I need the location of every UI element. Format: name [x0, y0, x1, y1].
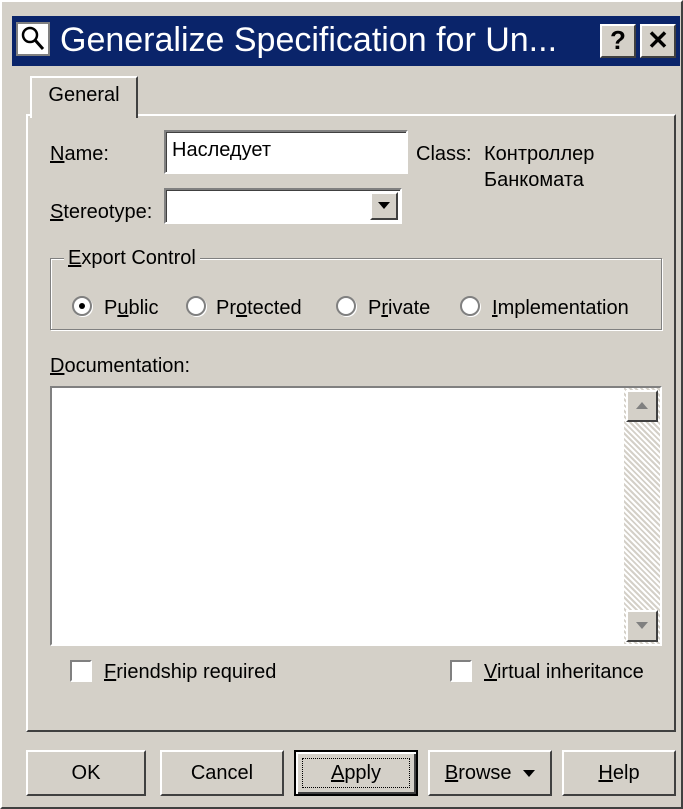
dialog-window: Generalize Specification for Un... ? ✕ G…: [0, 0, 683, 809]
friendship-label[interactable]: Friendship required: [104, 660, 276, 684]
tab-general[interactable]: General: [30, 76, 138, 118]
radio-protected[interactable]: [186, 296, 206, 316]
documentation-scrollbar[interactable]: [624, 388, 660, 644]
class-value-line2: Банкомата: [484, 169, 584, 191]
help-button[interactable]: Help: [562, 750, 676, 796]
arrow-down-icon: [636, 622, 648, 629]
dropdown-arrow-icon: [523, 770, 536, 778]
scroll-up-button[interactable]: [626, 390, 658, 422]
close-button[interactable]: ✕: [640, 24, 676, 58]
friendship-checkbox[interactable]: [70, 660, 92, 682]
stereotype-select[interactable]: [164, 188, 402, 224]
browse-button[interactable]: Browse: [428, 750, 552, 796]
radio-implementation-label[interactable]: Implementation: [492, 296, 629, 320]
radio-public[interactable]: [72, 296, 92, 316]
cancel-button[interactable]: Cancel: [160, 750, 284, 796]
radio-protected-label[interactable]: Protected: [216, 296, 302, 320]
help-title-button[interactable]: ?: [600, 24, 636, 58]
virtual-inheritance-checkbox[interactable]: [450, 660, 472, 682]
documentation-textarea[interactable]: [50, 386, 662, 646]
class-label: Class:: [416, 143, 472, 165]
ok-button[interactable]: OK: [26, 750, 146, 796]
stereotype-label: Stereotype:: [50, 201, 153, 223]
name-input[interactable]: Наследует: [164, 130, 408, 174]
stereotype-dropdown-button[interactable]: [370, 192, 398, 220]
radio-private-label[interactable]: Private: [368, 296, 430, 320]
arrow-up-icon: [636, 402, 648, 409]
class-value-line1: Контроллер: [484, 143, 595, 165]
window-title: Generalize Specification for Un...: [60, 21, 558, 59]
magnifier-icon: [16, 22, 50, 56]
radio-implementation[interactable]: [460, 296, 480, 316]
apply-button[interactable]: Apply: [294, 750, 418, 796]
radio-public-label[interactable]: Public: [104, 296, 158, 320]
focus-rectangle: [302, 758, 410, 788]
radio-private[interactable]: [336, 296, 356, 316]
scroll-down-button[interactable]: [626, 610, 658, 642]
documentation-label: Documentation:: [50, 355, 191, 377]
export-control-title: Export Control: [64, 246, 200, 270]
name-label: Name:: [50, 143, 109, 165]
title-bar[interactable]: Generalize Specification for Un... ? ✕: [12, 16, 680, 66]
chevron-down-icon: [378, 202, 390, 209]
virtual-inheritance-label[interactable]: Virtual inheritance: [484, 660, 644, 684]
radio-selected-dot: [79, 303, 85, 309]
